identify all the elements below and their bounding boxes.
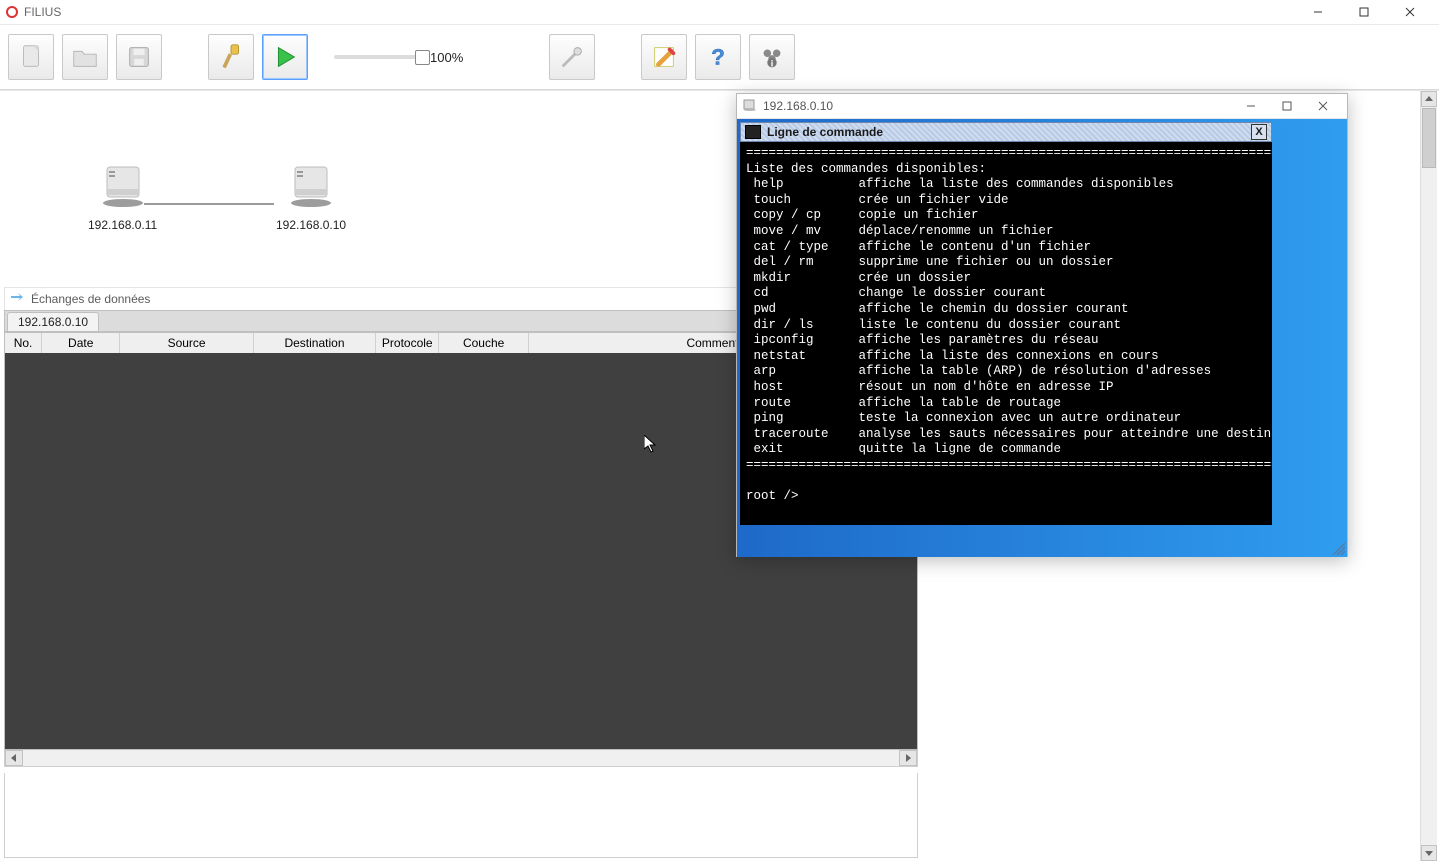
scroll-left-button[interactable] <box>5 750 23 766</box>
app-logo-icon <box>6 6 18 18</box>
help-button[interactable]: ? <box>695 34 741 80</box>
host-desktop-body[interactable]: Ligne de commande X ====================… <box>737 119 1347 557</box>
terminal-close-button[interactable]: X <box>1251 124 1267 140</box>
host-window-icon <box>743 99 757 114</box>
host-node[interactable]: 192.168.0.11 <box>88 159 157 232</box>
cable-tool-button[interactable] <box>549 34 595 80</box>
main-toolbar: 100% ? i <box>0 24 1439 90</box>
panel-title: Échanges de données <box>31 292 150 306</box>
col-destination[interactable]: Destination <box>254 333 376 353</box>
terminal-window[interactable]: Ligne de commande X ====================… <box>740 122 1272 525</box>
host-window-close-button[interactable] <box>1305 95 1341 117</box>
window-minimize-button[interactable] <box>1295 0 1341 24</box>
host-icon <box>276 159 346 214</box>
main-titlebar: FILIUS <box>0 0 1439 24</box>
col-couche[interactable]: Couche <box>439 333 529 353</box>
svg-text:?: ? <box>711 45 725 70</box>
zoom-label: 100% <box>430 50 463 65</box>
window-maximize-button[interactable] <box>1341 0 1387 24</box>
window-close-button[interactable] <box>1387 0 1433 24</box>
zoom-control[interactable]: 100% <box>334 50 463 65</box>
new-file-button[interactable] <box>8 34 54 80</box>
scroll-thumb[interactable] <box>1422 108 1436 168</box>
scroll-right-button[interactable] <box>899 750 917 766</box>
data-tab[interactable]: 192.168.0.10 <box>7 312 99 331</box>
network-cable[interactable] <box>144 203 274 205</box>
play-button[interactable] <box>262 34 308 80</box>
packet-detail-pane[interactable] <box>4 773 918 858</box>
workspace: 192.168.0.11 192.168.0.10 Échanges de do… <box>0 90 1439 861</box>
zoom-slider-thumb[interactable] <box>415 50 430 65</box>
scroll-up-button[interactable] <box>1421 91 1437 107</box>
about-button[interactable]: i <box>749 34 795 80</box>
scroll-down-button[interactable] <box>1421 845 1437 861</box>
workspace-v-scrollbar[interactable] <box>1420 91 1437 861</box>
host-window-titlebar[interactable]: 192.168.0.10 <box>737 94 1347 119</box>
host-window-minimize-button[interactable] <box>1233 95 1269 117</box>
host-window-title: 192.168.0.10 <box>763 99 833 113</box>
zoom-slider[interactable] <box>334 55 424 59</box>
col-date[interactable]: Date <box>42 333 120 353</box>
table-h-scrollbar[interactable] <box>4 750 918 767</box>
host-node[interactable]: 192.168.0.10 <box>276 159 346 232</box>
terminal-title: Ligne de commande <box>767 125 883 139</box>
notes-tool-button[interactable] <box>641 34 687 80</box>
svg-text:i: i <box>771 58 774 68</box>
terminal-titlebar[interactable]: Ligne de commande X <box>740 122 1272 142</box>
save-file-button[interactable] <box>116 34 162 80</box>
terminal-icon <box>745 125 761 139</box>
host-ip-label: 192.168.0.11 <box>88 218 157 232</box>
resize-grip-icon[interactable] <box>1329 539 1345 555</box>
col-protocole[interactable]: Protocole <box>376 333 439 353</box>
app-title: FILIUS <box>24 5 61 19</box>
terminal-output[interactable]: ========================================… <box>740 142 1272 509</box>
host-ip-label: 192.168.0.10 <box>276 218 346 232</box>
open-file-button[interactable] <box>62 34 108 80</box>
host-window-maximize-button[interactable] <box>1269 95 1305 117</box>
col-source[interactable]: Source <box>120 333 254 353</box>
host-icon <box>88 159 157 214</box>
host-desktop-window[interactable]: 192.168.0.10 Ligne de commande X =======… <box>736 93 1348 557</box>
col-no[interactable]: No. <box>5 333 42 353</box>
exchange-icon <box>11 292 25 306</box>
build-button[interactable] <box>208 34 254 80</box>
